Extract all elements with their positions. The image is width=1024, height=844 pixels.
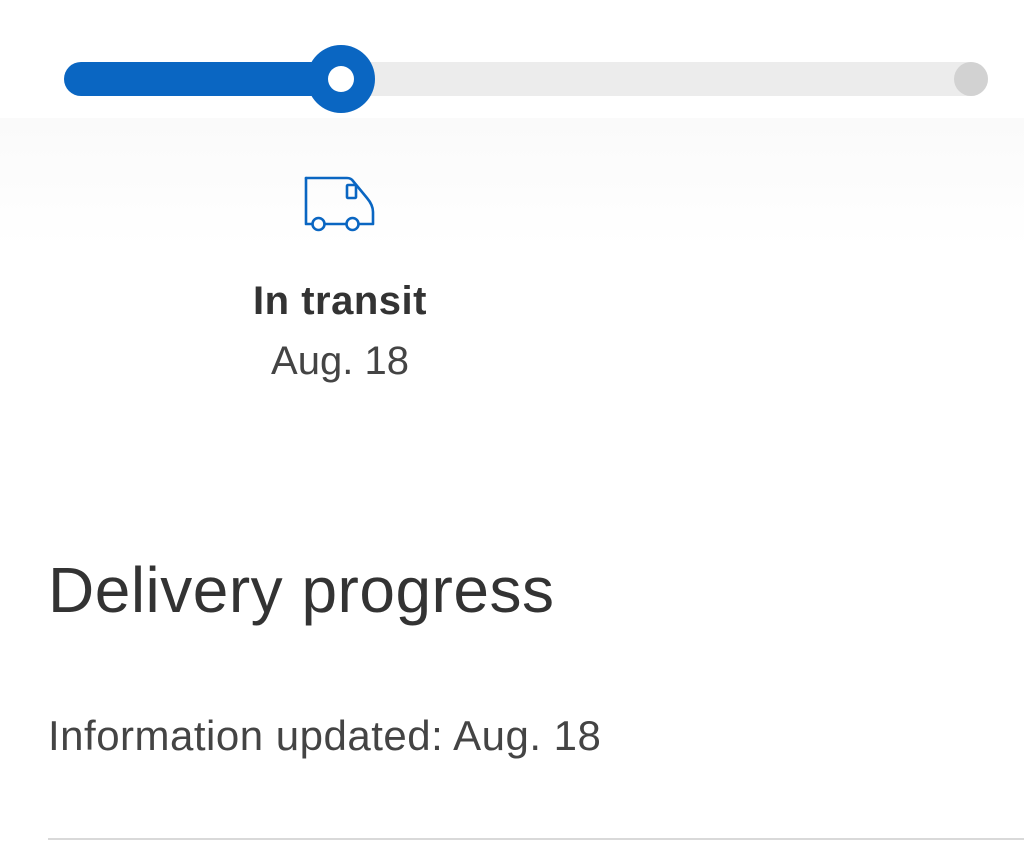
step-date-label: Aug. 18 — [271, 339, 409, 383]
delivery-progress-bar — [64, 45, 988, 113]
page-title: Delivery progress — [48, 554, 555, 626]
current-step-info: In transit Aug. 18 — [190, 172, 490, 385]
last-updated-text: Information updated: Aug. 18 — [48, 712, 602, 759]
divider — [48, 838, 1024, 840]
progress-fill — [64, 62, 342, 96]
status-band — [0, 118, 1024, 248]
step-status-label: In transit — [253, 279, 427, 323]
current-step-marker-center — [328, 66, 355, 92]
current-step-marker — [307, 45, 376, 113]
delivered-step-marker — [954, 62, 988, 96]
delivery-truck-icon — [303, 172, 377, 234]
